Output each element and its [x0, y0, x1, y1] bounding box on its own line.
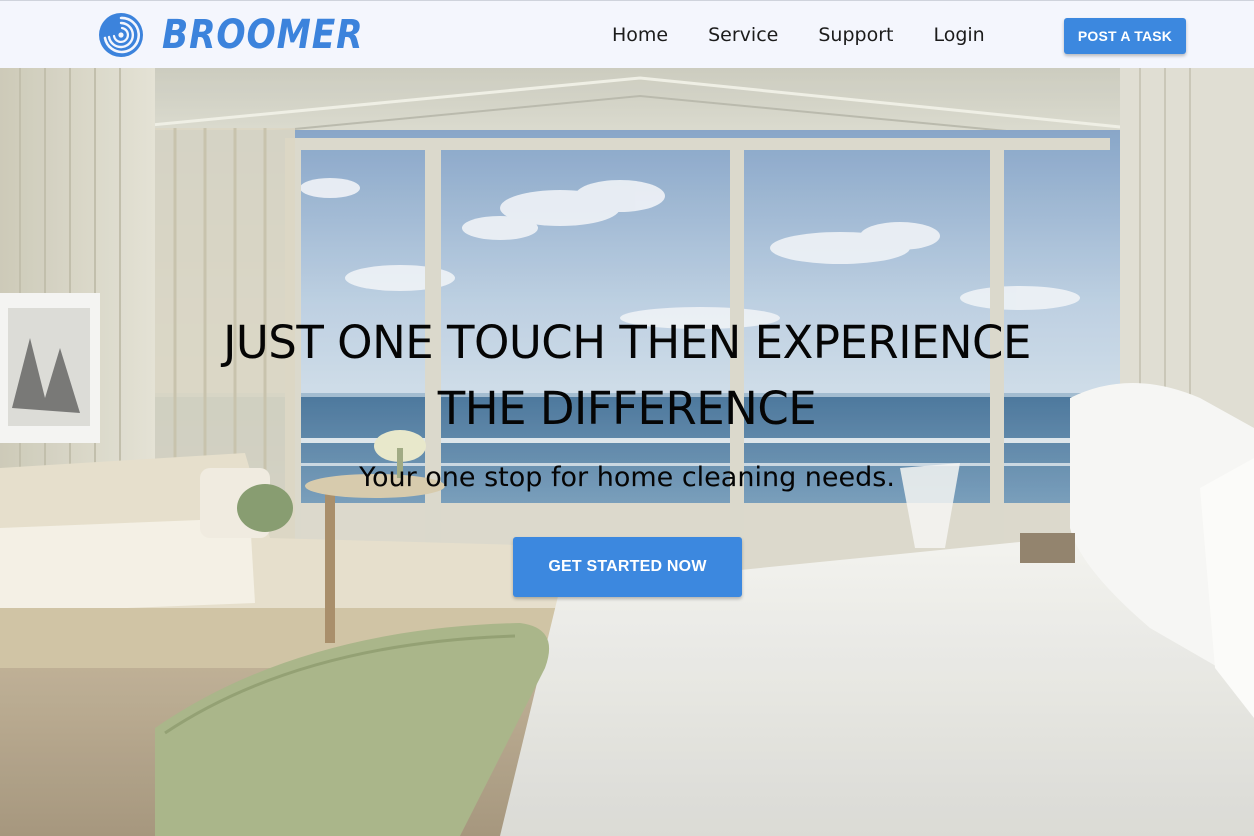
hero-section: JUST ONE TOUCH THEN EXPERIENCE THE DIFFE… — [0, 68, 1254, 836]
navbar: BROOMER Home Service Support Login POST … — [0, 0, 1254, 68]
hero-heading-line1: JUST ONE TOUCH THEN EXPERIENCE — [223, 316, 1031, 369]
hero-heading: JUST ONE TOUCH THEN EXPERIENCE THE DIFFE… — [0, 310, 1254, 442]
nav-link-service[interactable]: Service — [708, 1, 778, 69]
brand-logo-link[interactable]: BROOMER — [98, 12, 396, 58]
nav-link-support[interactable]: Support — [818, 1, 893, 69]
nav-link-home[interactable]: Home — [612, 1, 668, 69]
swirl-logo-icon — [99, 13, 143, 57]
post-task-button[interactable]: POST A TASK — [1064, 18, 1186, 54]
nav-link-login[interactable]: Login — [933, 1, 984, 69]
get-started-button[interactable]: GET STARTED NOW — [513, 537, 742, 597]
hero-background-image — [0, 68, 1254, 836]
main-nav: Home Service Support Login — [612, 1, 985, 69]
hero-heading-line2: THE DIFFERENCE — [437, 382, 817, 435]
brand-name: BROOMER — [162, 12, 364, 58]
hero-subtitle: Your one stop for home cleaning needs. — [359, 462, 895, 493]
page: BROOMER Home Service Support Login POST … — [0, 0, 1254, 836]
